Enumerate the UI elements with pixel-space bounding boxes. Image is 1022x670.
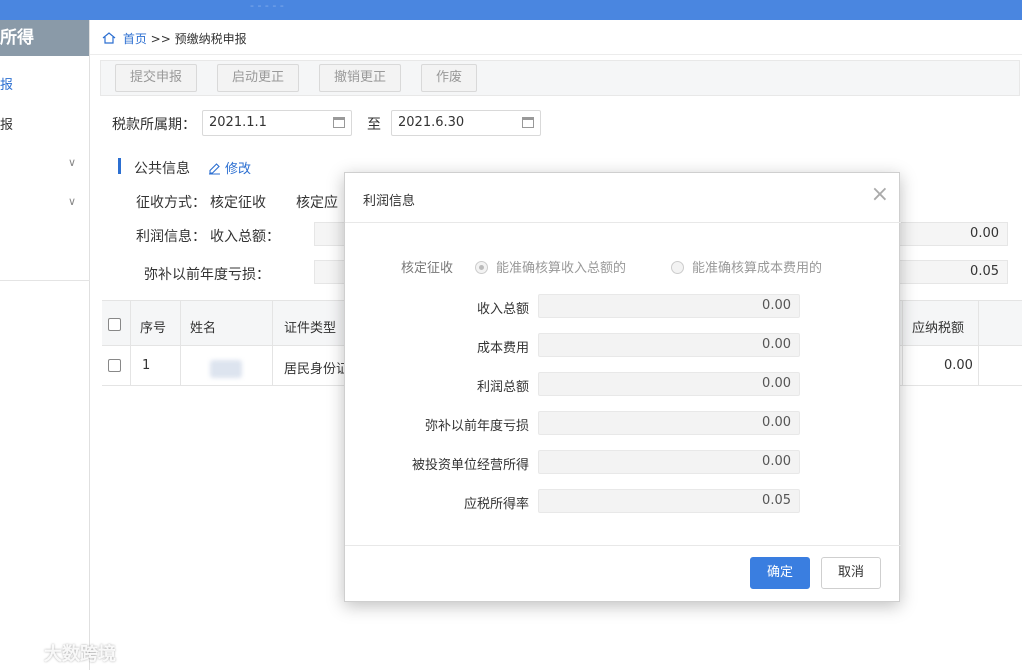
breadcrumb-home-link[interactable]: 首页 [123, 32, 147, 46]
income-total-label: 收入总额： [210, 229, 280, 245]
collect-method-extra: 核定应 [296, 195, 338, 211]
row-tax-due: 0.00 [944, 358, 973, 373]
breadcrumb-separator: >> [150, 32, 171, 46]
toolbar: 提交申报 启动更正 撤销更正 作废 [100, 60, 1020, 96]
header-name: 姓名 [190, 321, 217, 336]
sidebar-divider [0, 280, 90, 281]
field-label-income: 收入总额 [476, 302, 529, 317]
income-total-input[interactable]: 0.00 [538, 294, 800, 318]
sidebar-item-2[interactable]: 报 [0, 114, 13, 133]
blurred-name [210, 360, 242, 378]
edit-icon [209, 163, 220, 175]
public-info-title: 公共信息 [134, 161, 190, 177]
breadcrumb-divider [90, 54, 1022, 55]
radio-accurate-cost[interactable]: 能准确核算成本费用的 [671, 257, 822, 276]
tax-period-label: 税款所属期： [112, 117, 196, 133]
field-label-rate: 应税所得率 [463, 497, 529, 512]
collect-method-label: 征收方式： [136, 195, 206, 211]
header-index: 序号 [140, 321, 167, 336]
top-bar: - - - - - [0, 0, 1022, 20]
profit-info-label: 利润信息： [136, 229, 206, 245]
cost-input[interactable]: 0.00 [538, 333, 800, 357]
dialog-footer-divider [345, 545, 901, 546]
col-divider [130, 300, 131, 386]
top-bar-ghost-text: - - - - - [250, 0, 284, 12]
loss-value: 0.05 [970, 264, 999, 279]
income-total-value: 0.00 [970, 226, 999, 241]
profit-total-input-value: 0.00 [762, 376, 791, 391]
invested-income-input-value: 0.00 [762, 454, 791, 469]
cost-input-value: 0.00 [762, 337, 791, 352]
field-label-invested: 被投资单位经营所得 [411, 458, 529, 473]
period-to-label: 至 [367, 117, 381, 133]
field-label-cost: 成本费用 [476, 341, 529, 356]
section-marker [118, 158, 121, 174]
field-label-loss: 弥补以前年度亏损 [424, 419, 529, 434]
calendar-icon[interactable] [522, 117, 534, 128]
row-checkbox[interactable] [108, 359, 121, 372]
watermark: 大数跨境 [10, 640, 116, 666]
dialog-title: 利润信息 [363, 194, 416, 209]
col-divider [902, 300, 903, 386]
sidebar: 所得 报 报 ∨ ∨ [0, 20, 90, 670]
sidebar-title: 所得 [0, 20, 89, 56]
row-id-type: 居民身份证 [284, 362, 350, 377]
period-end-input[interactable]: 2021.6.30 [391, 110, 541, 136]
public-info-edit-label: 修改 [225, 162, 252, 177]
cancel-correction-button[interactable]: 撤销更正 [319, 64, 402, 92]
watermark-text: 大数跨境 [44, 644, 116, 665]
header-tax-due: 应纳税额 [912, 321, 965, 336]
radio-unselected-icon[interactable] [671, 261, 684, 274]
radio-accurate-cost-label: 能准确核算成本费用的 [692, 261, 823, 276]
loss-label: 弥补以前年度亏损： [144, 267, 270, 283]
select-all-checkbox[interactable] [108, 318, 121, 331]
collect-method-value: 核定征收 [210, 195, 266, 211]
loss-field[interactable]: 0.05 [898, 260, 1008, 284]
calendar-icon[interactable] [333, 117, 345, 128]
profit-info-dialog: 利润信息 × 核定征收 能准确核算收入总额的 能准确核算成本费用的 收入总额 0… [344, 172, 901, 602]
void-button[interactable]: 作废 [421, 64, 478, 92]
col-divider [180, 300, 181, 386]
confirm-button[interactable]: 确定 [750, 557, 811, 589]
income-total-input-value: 0.00 [762, 298, 791, 313]
radio-accurate-income-label: 能准确核算收入总额的 [496, 261, 627, 276]
radio-accurate-income[interactable]: 能准确核算收入总额的 [475, 257, 626, 276]
taxable-rate-input-value: 0.05 [762, 493, 791, 508]
public-info-edit-link[interactable]: 修改 [208, 158, 251, 177]
dialog-header: 利润信息 × [345, 173, 901, 223]
prior-loss-input[interactable]: 0.00 [538, 411, 800, 435]
invested-income-input[interactable]: 0.00 [538, 450, 800, 474]
sidebar-item-1[interactable]: 报 [0, 74, 13, 93]
close-icon[interactable]: × [871, 184, 889, 206]
breadcrumb-current: 预缴纳税申报 [174, 32, 247, 46]
taxable-rate-input[interactable]: 0.05 [538, 489, 800, 513]
chevron-down-icon[interactable]: ∨ [68, 156, 76, 169]
start-correction-button[interactable]: 启动更正 [217, 64, 300, 92]
row-index: 1 [142, 358, 151, 373]
col-divider [272, 300, 273, 386]
period-start-input[interactable]: 2021.1.1 [202, 110, 352, 136]
submit-declaration-button[interactable]: 提交申报 [115, 64, 198, 92]
home-icon [102, 32, 116, 44]
radio-group-label: 核定征收 [401, 261, 454, 276]
header-id-type: 证件类型 [284, 321, 337, 336]
breadcrumb: 首页 >> 预缴纳税申报 [102, 30, 247, 47]
period-start-value: 2021.1.1 [209, 115, 267, 130]
cancel-button[interactable]: 取消 [821, 557, 882, 589]
radio-selected-icon[interactable] [475, 261, 488, 274]
prior-loss-input-value: 0.00 [762, 415, 791, 430]
field-label-profit: 利润总额 [476, 380, 529, 395]
col-divider [978, 300, 979, 386]
profit-total-input[interactable]: 0.00 [538, 372, 800, 396]
period-end-value: 2021.6.30 [398, 115, 465, 130]
watermark-logo-icon [11, 646, 39, 660]
chevron-down-icon[interactable]: ∨ [68, 195, 76, 208]
income-total-field[interactable]: 0.00 [898, 222, 1008, 246]
